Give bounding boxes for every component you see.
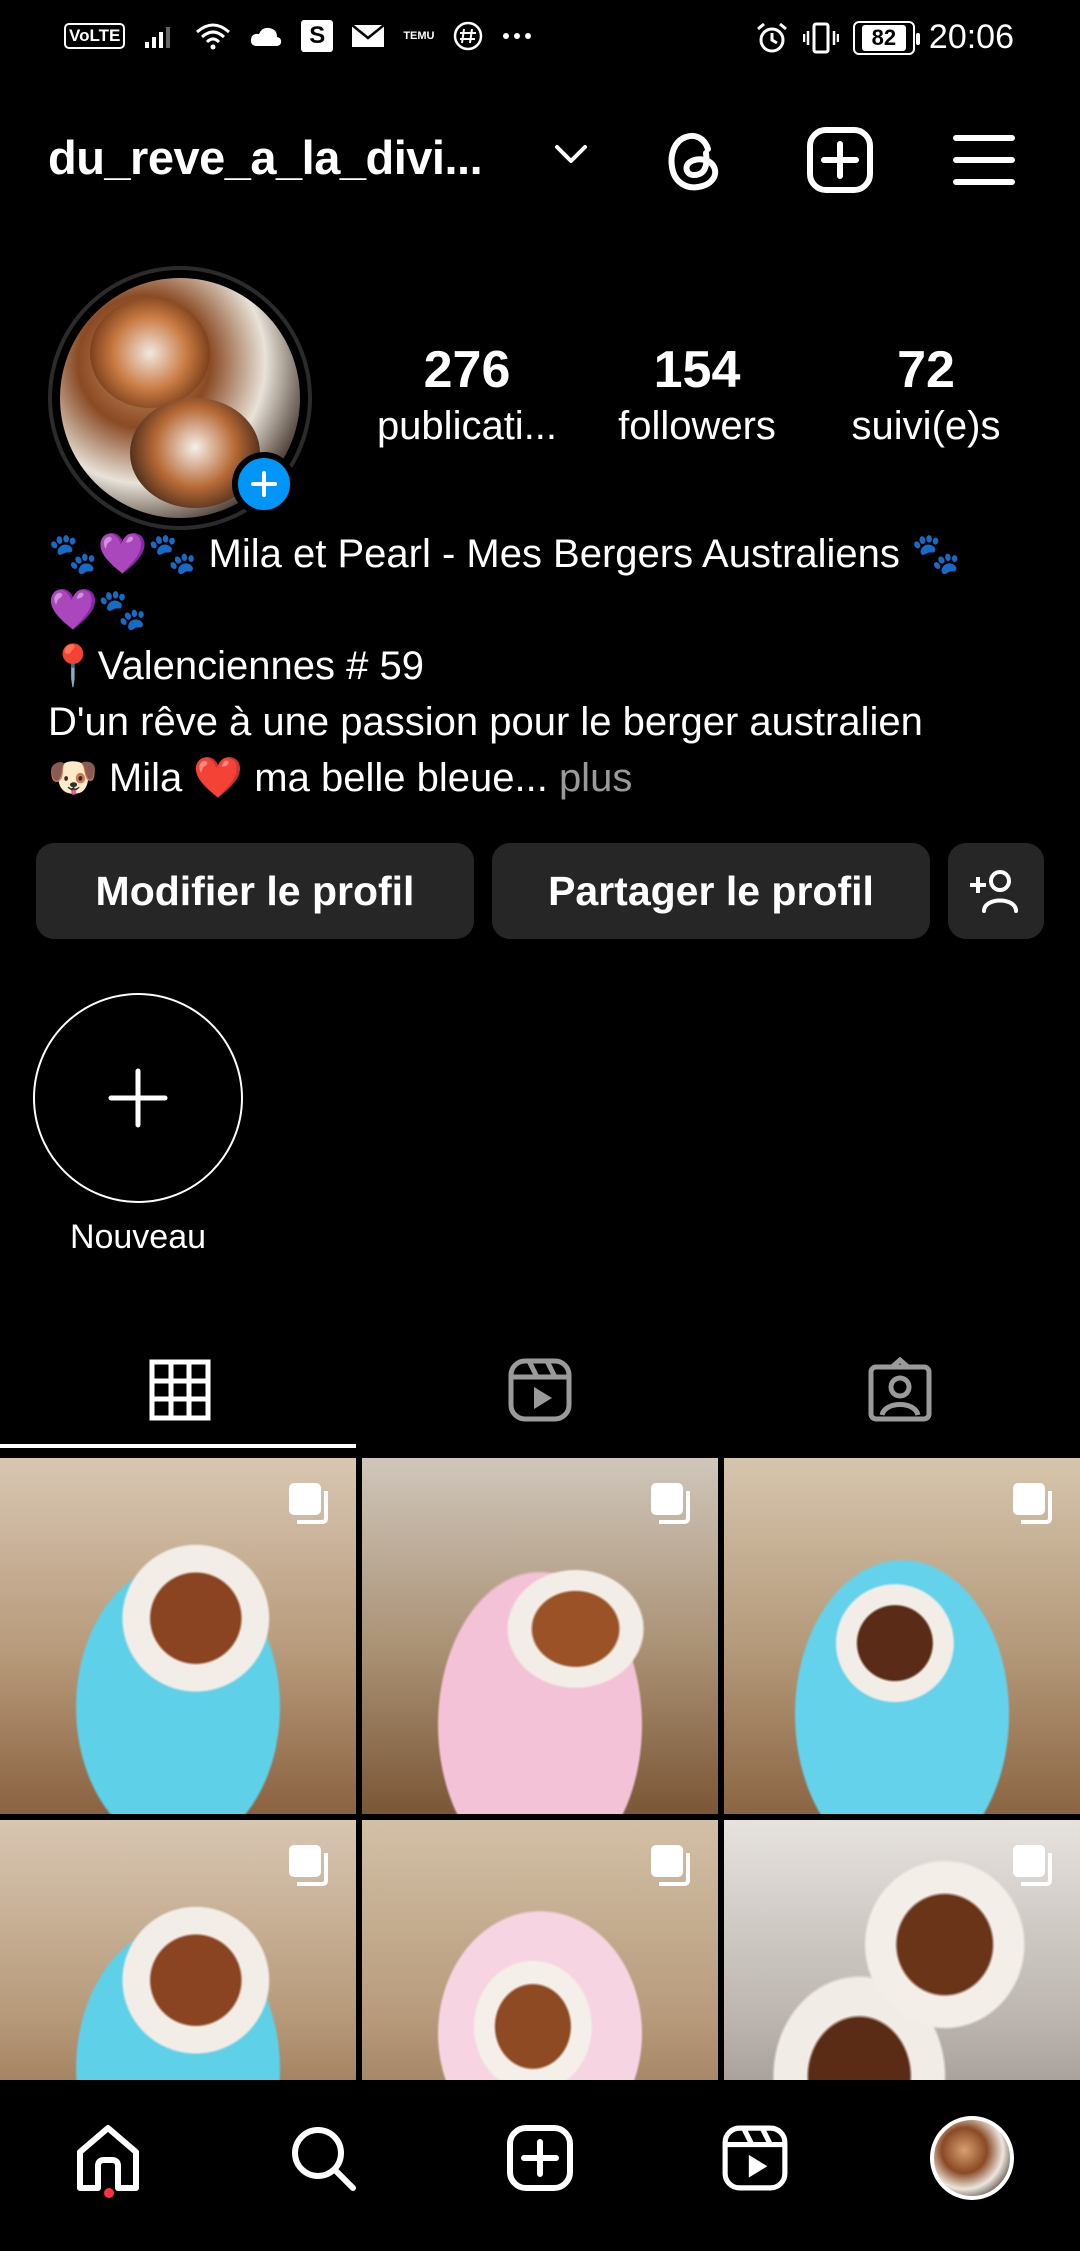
bio-line-text: 🐶 Mila ❤️ ma belle bleue... <box>48 756 548 800</box>
reels-icon <box>508 1358 572 1422</box>
profile-bio: 🐾💜🐾 Mila et Pearl - Mes Bergers Australi… <box>48 526 1038 806</box>
carousel-icon <box>651 1483 690 1524</box>
tab-grid[interactable] <box>0 1340 360 1440</box>
reels-icon <box>722 2125 788 2191</box>
post-thumbnail[interactable] <box>724 1458 1080 1814</box>
stat-following-value: 72 <box>897 341 955 399</box>
clock: 20:06 <box>928 18 1014 56</box>
carousel-icon <box>1013 1845 1052 1886</box>
hamburger-menu-icon <box>953 135 1015 185</box>
new-highlight-label: Nouveau <box>69 1218 207 1256</box>
active-tab-indicator <box>0 1444 356 1448</box>
chevron-down-icon[interactable] <box>553 142 589 166</box>
s-app-badge: S <box>301 20 334 52</box>
bottom-navigation <box>0 2080 1080 2251</box>
mail-icon <box>351 24 386 47</box>
tab-tagged[interactable] <box>720 1340 1080 1440</box>
plus-icon <box>251 471 277 497</box>
temu-icon: TEMU <box>403 30 435 42</box>
vibrate-icon <box>802 22 839 53</box>
stat-posts-value: 276 <box>423 341 511 399</box>
signal-icon <box>145 27 171 48</box>
threads-button[interactable] <box>655 120 735 200</box>
share-profile-button[interactable]: Partager le profil <box>492 843 930 939</box>
tab-reels[interactable] <box>360 1340 720 1440</box>
alarm-icon <box>756 22 787 52</box>
carousel-icon <box>289 1483 328 1524</box>
create-button[interactable] <box>800 120 880 200</box>
new-highlight-button[interactable] <box>33 993 243 1203</box>
status-left: VoLTE S TEMU <box>64 20 532 52</box>
wifi-icon <box>196 23 231 50</box>
stat-posts[interactable]: 276 publicati... <box>360 340 574 449</box>
notification-dot <box>104 2188 114 2198</box>
bio-line-location: 📍Valenciennes # 59 <box>48 644 424 688</box>
cloud-icon <box>251 27 282 46</box>
hashtag-circle-icon <box>454 21 483 51</box>
post-thumbnail[interactable] <box>0 1458 356 1814</box>
carousel-icon <box>651 1845 690 1886</box>
carousel-icon <box>289 1845 328 1886</box>
profile-avatar-small <box>930 2116 1014 2200</box>
nav-profile[interactable] <box>922 2108 1022 2208</box>
add-story-button[interactable] <box>232 452 296 516</box>
stat-followers-value: 154 <box>653 341 741 399</box>
profile-header: du_reve_a_la_divi... <box>48 120 1038 200</box>
nav-create[interactable] <box>490 2108 590 2208</box>
nav-reels[interactable] <box>705 2108 805 2208</box>
stat-posts-label: publicati... <box>376 404 558 448</box>
search-icon <box>292 2127 356 2191</box>
stat-following-label: suivi(e)s <box>851 404 1001 448</box>
stat-followers[interactable]: 154 followers <box>600 340 794 449</box>
stat-followers-label: followers <box>618 404 776 448</box>
bio-more-link[interactable]: plus <box>559 756 632 800</box>
dog-face-1 <box>90 298 210 408</box>
status-bar: VoLTE S TEMU 82 20:06 <box>0 0 1080 78</box>
username-switcher[interactable]: du_reve_a_la_divi... <box>48 130 483 185</box>
bio-line-name: 🐾💜🐾 Mila et Pearl - Mes Bergers Australi… <box>48 532 961 576</box>
plus-square-icon <box>807 127 873 193</box>
threads-icon <box>668 132 719 191</box>
carousel-icon <box>1013 1483 1052 1524</box>
home-icon <box>77 2125 139 2191</box>
stat-following[interactable]: 72 suivi(e)s <box>836 340 1016 449</box>
status-right: 82 20:06 <box>755 18 1014 57</box>
bio-line-emojis: 💜🐾 <box>48 588 148 632</box>
more-dots-icon <box>503 33 532 39</box>
menu-button[interactable] <box>944 120 1024 200</box>
bio-line-truncated: 🐶 Mila ❤️ ma belle bleue... plus <box>48 750 1038 806</box>
nav-search[interactable] <box>273 2108 373 2208</box>
grid-icon <box>149 1359 211 1421</box>
volte-indicator: VoLTE <box>64 23 126 49</box>
edit-profile-button[interactable]: Modifier le profil <box>36 843 474 939</box>
plus-icon <box>108 1068 168 1128</box>
bio-line-description: D'un rêve à une passion pour le berger a… <box>48 700 923 744</box>
plus-square-icon <box>507 2125 573 2191</box>
battery-indicator: 82 <box>852 20 920 55</box>
tagged-icon <box>868 1357 932 1422</box>
discover-people-button[interactable] <box>948 843 1044 939</box>
post-thumbnail[interactable] <box>362 1458 718 1814</box>
add-user-icon <box>970 870 1018 913</box>
